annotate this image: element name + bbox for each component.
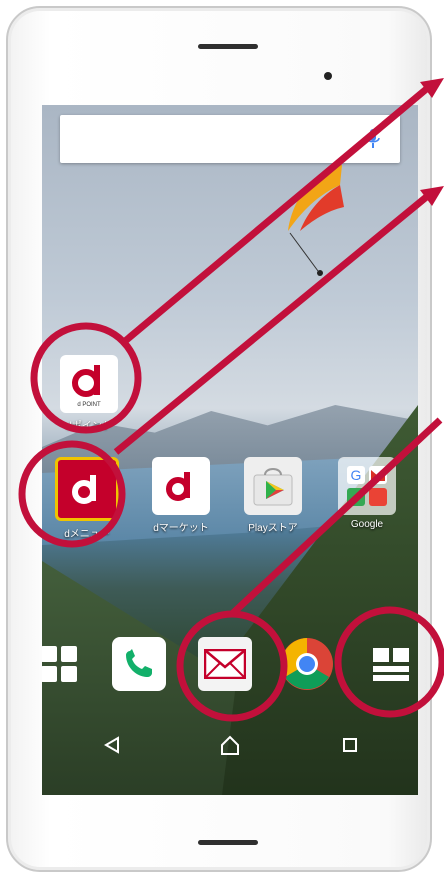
app-dmenu[interactable]: dメニュー (54, 457, 120, 540)
dmenu-logo-icon (72, 475, 96, 504)
mail-app-button[interactable] (198, 637, 252, 691)
app-label: dメニュー (64, 529, 110, 540)
earpiece-speaker (198, 44, 258, 49)
search-widget[interactable] (60, 115, 400, 163)
back-icon (104, 736, 119, 754)
playstore-app-icon (244, 457, 302, 515)
navigation-bar (42, 715, 418, 775)
chrome-app-button[interactable] (280, 637, 334, 691)
folder-button[interactable] (364, 637, 418, 691)
app-google-folder[interactable]: G Google (334, 457, 400, 530)
app-dpoint[interactable]: d POINT dポイント (56, 355, 122, 432)
dmarket-logo-icon (166, 472, 190, 501)
recents-icon (343, 738, 357, 752)
google-apps-icon: G (347, 466, 387, 506)
google-folder-icon: G (338, 457, 396, 515)
app-label: dポイント (66, 421, 112, 432)
chrome-icon (281, 638, 333, 690)
phone-frame: d POINT dポイント dメニュー dマーケット Playストア G Goo… (6, 6, 432, 872)
back-button[interactable] (92, 727, 132, 763)
phone-app-button[interactable] (112, 637, 166, 691)
app-drawer-button[interactable] (42, 637, 86, 691)
dmarket-app-icon (152, 457, 210, 515)
front-camera (324, 72, 332, 80)
home-screen: d POINT dポイント dメニュー dマーケット Playストア G Goo… (42, 105, 418, 795)
play-bag-icon (253, 468, 293, 506)
mail-icon (198, 637, 252, 691)
folder-icon (373, 648, 409, 681)
app-playstore[interactable]: Playストア (240, 457, 306, 534)
phone-icon (112, 637, 166, 691)
wallpaper-paraglider (288, 165, 344, 276)
dmenu-app-icon (55, 457, 119, 521)
app-drawer-icon (42, 646, 77, 682)
bottom-speaker (198, 840, 258, 845)
svg-text:G: G (351, 467, 362, 483)
mic-icon[interactable] (366, 129, 380, 149)
home-icon (221, 735, 239, 755)
home-button[interactable] (210, 727, 250, 763)
recents-button[interactable] (330, 727, 370, 763)
app-label: Google (350, 519, 384, 530)
dpoint-logo-icon: d POINT (72, 365, 101, 408)
svg-text:d POINT: d POINT (77, 402, 101, 408)
app-label: dマーケット (153, 523, 209, 534)
app-label: Playストア (248, 523, 298, 534)
dpoint-app-icon: d POINT (60, 355, 118, 413)
app-dmarket[interactable]: dマーケット (148, 457, 214, 534)
